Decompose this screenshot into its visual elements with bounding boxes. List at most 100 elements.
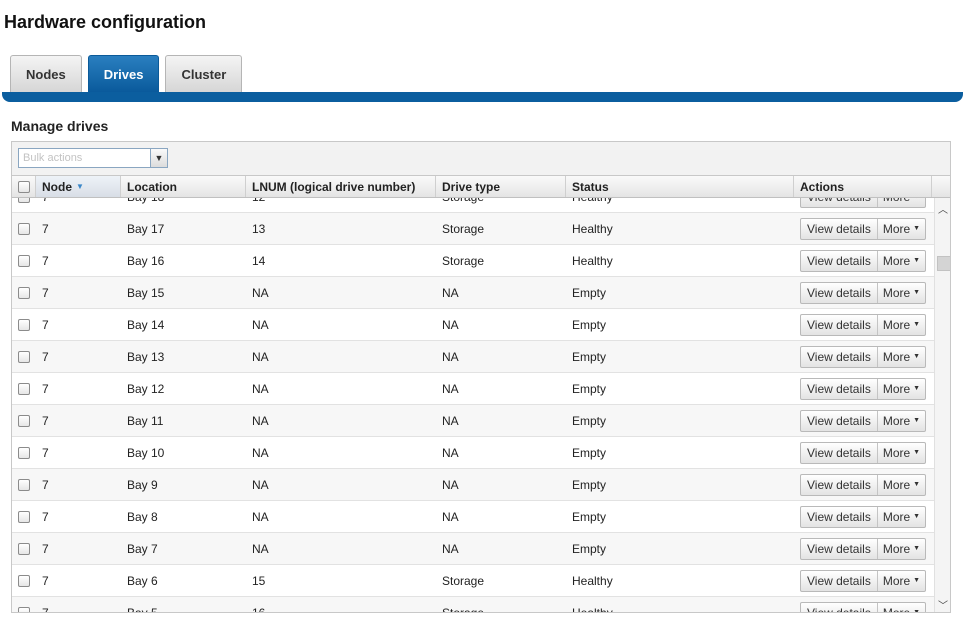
- view-details-button[interactable]: View details: [801, 442, 878, 463]
- more-button[interactable]: More▼: [878, 219, 925, 239]
- row-checkbox[interactable]: [18, 574, 30, 587]
- cell-node: 7: [42, 541, 49, 556]
- bulk-actions-select[interactable]: Bulk actions ▼: [18, 148, 168, 168]
- cell-actions: View details More▼: [794, 565, 932, 596]
- caret-down-icon: ▼: [913, 417, 921, 424]
- row-checkbox[interactable]: [18, 198, 30, 203]
- vertical-scrollbar[interactable]: ︿ ﹀: [934, 198, 950, 612]
- table-row[interactable]: 7 Bay 15 NA NA Empty View details More ▼: [12, 277, 934, 309]
- view-details-button[interactable]: View details: [801, 250, 878, 271]
- table-row[interactable]: 7 Bay 18 12 Storage Healthy View details…: [12, 198, 934, 213]
- cell-status: Empty: [572, 317, 607, 332]
- row-checkbox[interactable]: [18, 414, 30, 427]
- row-checkbox[interactable]: [18, 542, 30, 555]
- grid-toolbar: Bulk actions ▼: [12, 142, 950, 175]
- more-label: More: [882, 381, 911, 396]
- more-button[interactable]: More▼: [878, 411, 925, 431]
- table-row[interactable]: 7 Bay 13 NA NA Empty View details More ▼: [12, 341, 934, 373]
- tab-nodes[interactable]: Nodes: [10, 55, 82, 92]
- cell-actions: View details More▼: [794, 469, 932, 500]
- table-row[interactable]: 7 Bay 17 13 Storage Healthy View details…: [12, 213, 934, 245]
- cell-lnum: NA: [252, 445, 269, 460]
- more-button[interactable]: More▼: [878, 539, 925, 559]
- more-button[interactable]: More▼: [878, 251, 925, 271]
- scrollbar-thumb[interactable]: [937, 256, 950, 271]
- row-checkbox[interactable]: [18, 510, 30, 523]
- table-row[interactable]: 7 Bay 7 NA NA Empty View details More ▼: [12, 533, 934, 565]
- tab-cluster[interactable]: Cluster: [165, 55, 243, 92]
- more-button[interactable]: More▼: [878, 571, 925, 591]
- sort-descending-icon: ▼: [76, 182, 84, 191]
- cell-node: 7: [42, 253, 49, 268]
- view-details-button[interactable]: View details: [801, 474, 878, 495]
- view-details-button[interactable]: View details: [801, 314, 878, 335]
- column-header-drive-type[interactable]: Drive type: [436, 176, 566, 197]
- select-all-checkbox[interactable]: [17, 180, 30, 193]
- row-checkbox[interactable]: [18, 222, 30, 235]
- row-checkbox[interactable]: [18, 318, 30, 331]
- cell-location: Bay 18: [121, 198, 246, 212]
- more-button[interactable]: More▼: [878, 475, 925, 495]
- more-button[interactable]: More▼: [878, 379, 925, 399]
- row-action-buttons: View details More▼: [800, 409, 927, 432]
- tab-drives[interactable]: Drives: [87, 55, 160, 92]
- cell-node: 7: [42, 573, 49, 588]
- scroll-down-icon[interactable]: ﹀: [935, 596, 950, 612]
- cell-actions: View details More▼: [794, 198, 932, 212]
- view-details-button[interactable]: View details: [801, 198, 878, 207]
- cell-node: 7: [42, 445, 49, 460]
- cell-drive-type: NA: [442, 381, 459, 396]
- column-header-location[interactable]: Location: [121, 176, 246, 197]
- more-button[interactable]: More▼: [878, 507, 925, 527]
- row-checkbox[interactable]: [18, 382, 30, 395]
- more-label: More: [882, 541, 911, 556]
- cell-status: Healthy: [572, 253, 613, 268]
- table-row[interactable]: 7 Bay 12 NA NA Empty View details More ▼: [12, 373, 934, 405]
- row-select-cell: [12, 533, 36, 564]
- cell-drive-type: NA: [442, 413, 459, 428]
- row-checkbox[interactable]: [18, 446, 30, 459]
- table-row[interactable]: 7 Bay 5 16 Storage Healthy View details …: [12, 597, 934, 613]
- view-details-button[interactable]: View details: [801, 602, 878, 612]
- view-details-button[interactable]: View details: [801, 282, 878, 303]
- table-row[interactable]: 7 Bay 6 15 Storage Healthy View details …: [12, 565, 934, 597]
- cell-location: Bay 14: [127, 317, 165, 332]
- view-details-button[interactable]: View details: [801, 538, 878, 559]
- row-action-buttons: View details More▼: [800, 601, 927, 613]
- column-header-status[interactable]: Status: [566, 176, 794, 197]
- cell-location: Bay 11: [127, 413, 164, 428]
- caret-down-icon: ▼: [913, 353, 921, 360]
- view-details-button[interactable]: View details: [801, 410, 878, 431]
- more-label: More: [882, 445, 911, 460]
- cell-drive-type: NA: [442, 317, 459, 332]
- view-details-button[interactable]: View details: [801, 218, 878, 239]
- row-checkbox[interactable]: [18, 478, 30, 491]
- view-details-button[interactable]: View details: [801, 506, 878, 527]
- chevron-down-icon[interactable]: ▼: [150, 149, 167, 167]
- cell-drive-type: Storage: [442, 605, 485, 613]
- more-button[interactable]: More▼: [878, 315, 925, 335]
- more-button[interactable]: More▼: [878, 347, 925, 367]
- more-button[interactable]: More▼: [878, 198, 925, 207]
- view-details-button[interactable]: View details: [801, 346, 878, 367]
- view-details-button[interactable]: View details: [801, 378, 878, 399]
- cell-location: Bay 6: [127, 573, 158, 588]
- row-checkbox[interactable]: [18, 350, 30, 363]
- cell-node: 7: [42, 605, 49, 613]
- column-header-lnum[interactable]: LNUM (logical drive number): [246, 176, 436, 197]
- column-header-node[interactable]: Node ▼: [36, 176, 121, 197]
- table-row[interactable]: 7 Bay 8 NA NA Empty View details More ▼: [12, 501, 934, 533]
- scroll-up-icon[interactable]: ︿: [935, 200, 950, 216]
- row-checkbox[interactable]: [18, 606, 30, 612]
- more-button[interactable]: More▼: [878, 283, 925, 303]
- table-row[interactable]: 7 Bay 10 NA NA Empty View details More ▼: [12, 437, 934, 469]
- table-row[interactable]: 7 Bay 14 NA NA Empty View details More ▼: [12, 309, 934, 341]
- row-checkbox[interactable]: [18, 286, 30, 299]
- more-button[interactable]: More▼: [878, 443, 925, 463]
- table-row[interactable]: 7 Bay 11 NA NA Empty View details More ▼: [12, 405, 934, 437]
- view-details-button[interactable]: View details: [801, 570, 878, 591]
- row-checkbox[interactable]: [18, 254, 30, 267]
- table-row[interactable]: 7 Bay 9 NA NA Empty View details More ▼: [12, 469, 934, 501]
- table-row[interactable]: 7 Bay 16 14 Storage Healthy View details…: [12, 245, 934, 277]
- more-button[interactable]: More▼: [878, 603, 925, 613]
